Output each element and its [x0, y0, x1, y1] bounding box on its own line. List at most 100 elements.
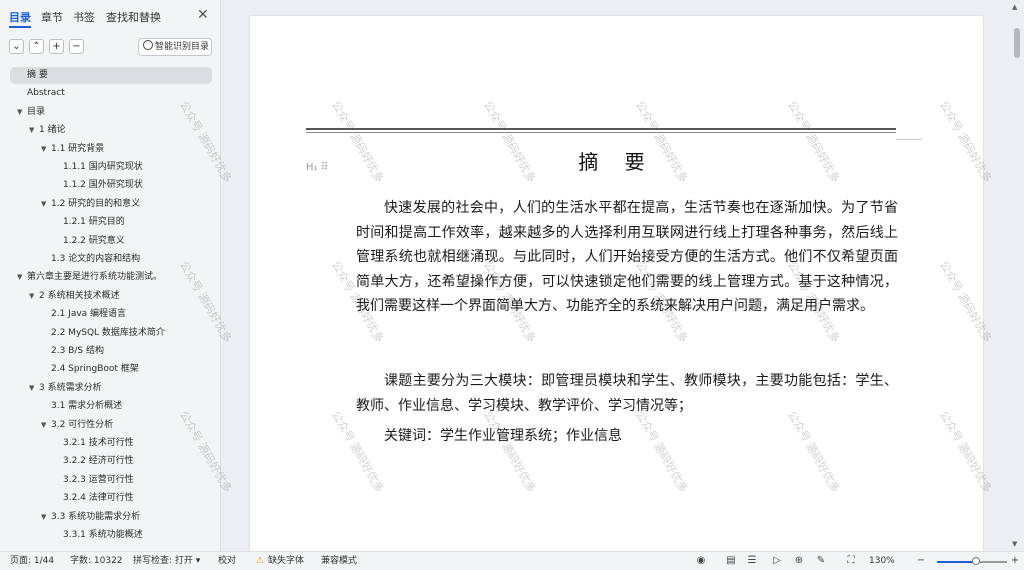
toc-item-label: Abstract	[27, 88, 65, 99]
toc-item[interactable]: 摘 要	[10, 67, 212, 84]
scroll-up-icon[interactable]: ▲	[1012, 3, 1017, 11]
document-area: H₁ ⠿ 摘 要 快速发展的社会中，人们的生活水平都在提高，生活节奏也在逐渐加快…	[177, 0, 1010, 556]
abstract-paragraph-2: 课题主要分为三大模块：即管理员模块和学生、教师模块，主要功能包括：学生、教师、作…	[356, 373, 898, 414]
toc-item[interactable]: 3.2.2 经济可行性	[0, 453, 221, 470]
missing-font-button[interactable]: 缺失字体	[268, 552, 304, 570]
document-page[interactable]: H₁ ⠿ 摘 要 快速发展的社会中，人们的生活水平都在提高，生活节奏也在逐渐加快…	[250, 16, 983, 556]
toc-item-label: 1.2 研究的目的和意义	[51, 198, 141, 209]
expand-caret-icon[interactable]: ▼	[41, 141, 46, 158]
eye-icon[interactable]: ◉	[695, 555, 707, 567]
toc-item-label: 3 系统需求分析	[39, 382, 102, 393]
expand-caret-icon[interactable]: ▼	[29, 380, 34, 397]
expand-caret-icon[interactable]: ▼	[41, 196, 46, 213]
remove-heading-button[interactable]: −	[69, 39, 84, 54]
toc-item-label: 1.1.1 国内研究现状	[63, 162, 143, 172]
toc-item[interactable]: 1.3 论文的内容和结构	[0, 251, 221, 268]
smart-toc-icon	[143, 40, 153, 50]
toc-item-label: 2.3 B/S 结构	[51, 346, 104, 356]
toc-item-label: 2 系统相关技术概述	[39, 290, 120, 301]
spell-check-toggle[interactable]: 拼写检查: 打开 ▾	[133, 552, 200, 570]
toc-item-label: 2.4 SpringBoot 框架	[51, 364, 139, 375]
expand-caret-icon[interactable]: ▼	[17, 269, 22, 286]
word-count[interactable]: 字数: 10322	[70, 552, 123, 570]
page-view-icon[interactable]: ▤	[725, 555, 737, 567]
play-icon[interactable]: ▷	[771, 555, 783, 567]
toc-item[interactable]: 1.2.2 研究意义	[0, 233, 221, 250]
collapse-down-button[interactable]: ⌄	[9, 39, 24, 54]
expand-caret-icon[interactable]: ▼	[41, 417, 46, 434]
zoom-slider-knob[interactable]	[971, 557, 980, 565]
sidebar-tabs: 目录 章节 书签 查找和替换 ✕	[0, 0, 221, 32]
proofread-button[interactable]: 校对	[218, 552, 236, 570]
smart-toc-button[interactable]: 智能识别目录	[138, 38, 212, 56]
expand-caret-icon[interactable]: ▼	[41, 509, 46, 526]
scroll-down-icon[interactable]: ▼	[1012, 540, 1017, 548]
outline-view-icon[interactable]: ☰	[746, 555, 758, 567]
toc-item[interactable]: 3.2.3 运营可行性	[0, 472, 221, 489]
toc-item[interactable]: ▼ 3 系统需求分析	[0, 380, 221, 397]
toc-item-label: 3.2.2 经济可行性	[63, 456, 134, 467]
expand-caret-icon[interactable]: ▼	[29, 288, 34, 305]
toc-item[interactable]: 2.2 MySQL 数据库技术简介	[0, 325, 221, 342]
vertical-scrollbar[interactable]: ▲ ▼	[1010, 0, 1024, 551]
toc-item-label: 2.1 Java 编程语言	[51, 309, 127, 320]
toc-item-label: 目录	[27, 106, 46, 117]
fit-page-icon[interactable]: ⛶	[845, 555, 857, 567]
page-indicator[interactable]: 页面: 1/44	[10, 552, 54, 570]
tab-chapters[interactable]: 章节	[41, 9, 63, 25]
zoom-level[interactable]: 130%	[869, 552, 895, 570]
toc-item-label: 1.2.1 研究目的	[63, 217, 125, 228]
toc-item[interactable]: ▼ 第六章主要是进行系统功能测试。	[0, 269, 221, 286]
toc-item[interactable]: ▼ 目录	[0, 104, 221, 121]
header-rule	[306, 128, 896, 130]
zoom-in-icon[interactable]: +	[1009, 555, 1021, 567]
toc-item-label: 3.1 需求分析概述	[51, 401, 123, 412]
page-title: 摘 要	[578, 150, 655, 174]
toc-item[interactable]: ▼ 1.1 研究背景	[0, 141, 221, 158]
smart-toc-label: 智能识别目录	[155, 42, 210, 52]
tab-toc[interactable]: 目录	[9, 9, 31, 28]
zoom-slider[interactable]	[937, 557, 1007, 565]
toc-item[interactable]: 2.3 B/S 结构	[0, 343, 221, 360]
expand-caret-icon[interactable]: ▼	[29, 122, 34, 139]
abstract-paragraph-1: 快速发展的社会中，人们的生活水平都在提高，生活节奏也在逐渐加快。为了节省时间和提…	[356, 200, 898, 314]
toc-item-label: 1 绪论	[39, 125, 66, 136]
toc-item[interactable]: 3.2.4 法律可行性	[0, 490, 221, 507]
toc-item-label: 2.2 MySQL 数据库技术简介	[51, 327, 165, 338]
pen-icon[interactable]: ✎	[815, 555, 827, 567]
toc-item[interactable]: 1.1.1 国内研究现状	[0, 159, 221, 176]
toc-item-label: 1.3 论文的内容和结构	[51, 254, 141, 264]
scrollbar-thumb[interactable]	[1014, 28, 1020, 58]
toc-item-label: 3.2.3 运营可行性	[63, 474, 134, 485]
expand-up-button[interactable]: ⌃	[29, 39, 44, 54]
add-heading-button[interactable]: +	[49, 39, 64, 54]
toc-item[interactable]: 2.1 Java 编程语言	[0, 306, 221, 323]
toc-item[interactable]: 1.2.1 研究目的	[0, 214, 221, 231]
toc-item[interactable]: Abstract	[0, 85, 221, 102]
tab-find-replace[interactable]: 查找和替换	[106, 9, 161, 25]
toc-item[interactable]: 3.2.1 技术可行性	[0, 435, 221, 452]
toc-item[interactable]: ▼ 1.2 研究的目的和意义	[0, 196, 221, 213]
close-icon[interactable]: ✕	[197, 7, 209, 23]
toc-item-label: 3.3 系统功能需求分析	[51, 511, 141, 522]
toc-item[interactable]: ▼ 1 绪论	[0, 122, 221, 139]
zoom-out-icon[interactable]: −	[915, 555, 927, 567]
toc-item[interactable]: ▼ 3.2 可行性分析	[0, 417, 221, 434]
compat-mode-label: 兼容模式	[321, 556, 358, 566]
expand-caret-icon[interactable]: ▼	[17, 104, 22, 121]
toc-item[interactable]: 3.3.1 系统功能概述	[0, 527, 221, 544]
toc-item-label: 1.2.2 研究意义	[63, 235, 125, 246]
toc-item-label: 3.2.1 技术可行性	[63, 438, 134, 448]
margin-mark	[896, 139, 922, 140]
tab-bookmarks[interactable]: 书签	[73, 9, 95, 25]
toc-item[interactable]: 3.1 需求分析概述	[0, 398, 221, 415]
toc-item[interactable]: ▼ 2 系统相关技术概述	[0, 288, 221, 305]
web-view-icon[interactable]: ⊕	[793, 555, 805, 567]
keywords-paragraph: 关键词：学生作业管理系统；作业信息	[384, 428, 622, 444]
toc-sidebar: 目录 章节 书签 查找和替换 ✕ ⌄ ⌃ + − 智能识别目录 摘 要 Abstr…	[0, 0, 221, 551]
toc-item[interactable]: ▼ 3.3 系统功能需求分析	[0, 509, 221, 526]
zoom-slider-fill	[937, 561, 976, 563]
toc-item[interactable]: 2.4 SpringBoot 框架	[0, 361, 221, 378]
toc-item[interactable]: 1.1.2 国外研究现状	[0, 177, 221, 194]
toc-item-label: 摘 要	[27, 70, 48, 80]
